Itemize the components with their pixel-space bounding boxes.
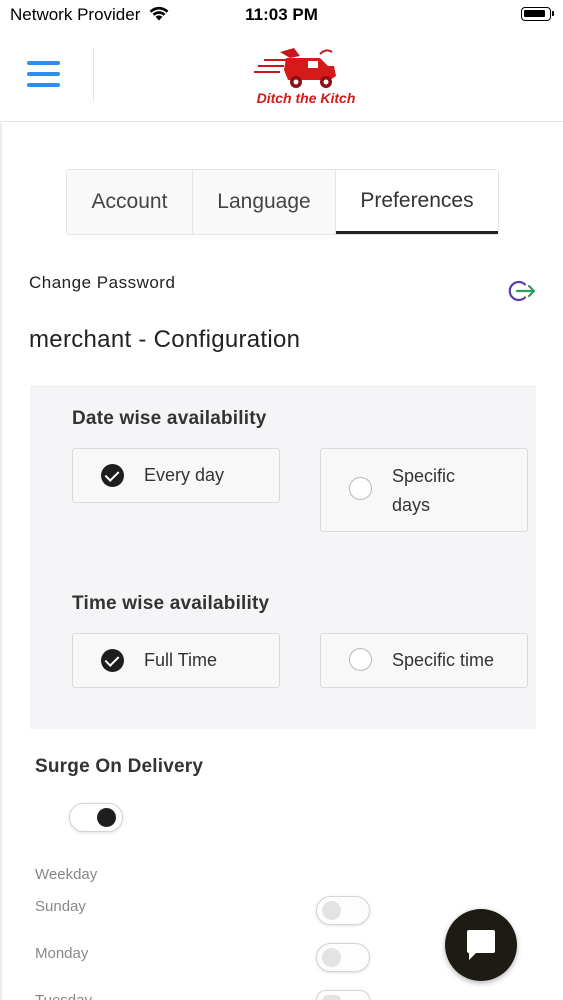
weekday-header: Weekday <box>35 866 98 883</box>
option-label: Every day <box>144 465 225 485</box>
toggle-knob <box>322 901 341 920</box>
sunday-toggle[interactable] <box>316 896 370 925</box>
option-specific-time[interactable]: Specific time <box>320 633 528 688</box>
battery-icon <box>521 7 554 21</box>
delivery-scooter-icon <box>254 48 336 88</box>
chat-button[interactable] <box>445 909 517 981</box>
configuration-title: merchant - Configuration <box>29 326 301 353</box>
logout-icon[interactable] <box>507 279 537 303</box>
day-label-sunday: Sunday <box>35 898 86 915</box>
tab-preferences[interactable]: Preferences <box>336 170 498 234</box>
option-every-day[interactable]: Every day <box>72 448 280 503</box>
brand-logo: Ditch the Kitch <box>250 46 362 108</box>
checked-radio-icon <box>101 649 124 672</box>
header-divider <box>93 48 94 102</box>
day-label-tuesday: Tuesday <box>35 992 92 1000</box>
clock: 11:03 PM <box>245 5 318 24</box>
option-label: Specific days <box>392 466 456 515</box>
tab-language[interactable]: Language <box>193 170 336 234</box>
checked-radio-icon <box>101 464 124 487</box>
option-full-time[interactable]: Full Time <box>72 633 280 688</box>
settings-tabs: Account Language Preferences <box>66 169 499 235</box>
content-left-rule <box>0 123 2 1000</box>
availability-panel: Date wise availability Every day Specifi… <box>30 386 536 729</box>
toggle-knob <box>322 995 341 1000</box>
toggle-knob <box>97 808 116 827</box>
empty-radio-icon <box>349 648 372 671</box>
tab-account[interactable]: Account <box>67 170 193 234</box>
brand-name: Ditch the Kitch <box>256 90 356 106</box>
tuesday-toggle[interactable] <box>316 990 370 1000</box>
option-label: Specific time <box>392 650 495 670</box>
toggle-knob <box>322 948 341 967</box>
status-bar: Network Provider 11:03 PM <box>0 0 563 30</box>
surge-toggle[interactable] <box>69 803 123 832</box>
change-password-link[interactable]: Change Password <box>29 273 175 293</box>
surge-on-delivery-label: Surge On Delivery <box>35 756 204 777</box>
option-specific-days[interactable]: Specific days <box>320 448 528 532</box>
monday-toggle[interactable] <box>316 943 370 972</box>
date-wise-label: Date wise availability <box>72 408 267 429</box>
chat-bubble-icon <box>467 930 495 960</box>
empty-radio-icon <box>349 477 372 500</box>
app-header: Ditch the Kitch <box>0 30 563 122</box>
option-label: Full Time <box>144 650 218 670</box>
day-label-monday: Monday <box>35 945 89 962</box>
hamburger-menu-icon[interactable] <box>27 61 61 89</box>
time-wise-label: Time wise availability <box>72 593 270 614</box>
